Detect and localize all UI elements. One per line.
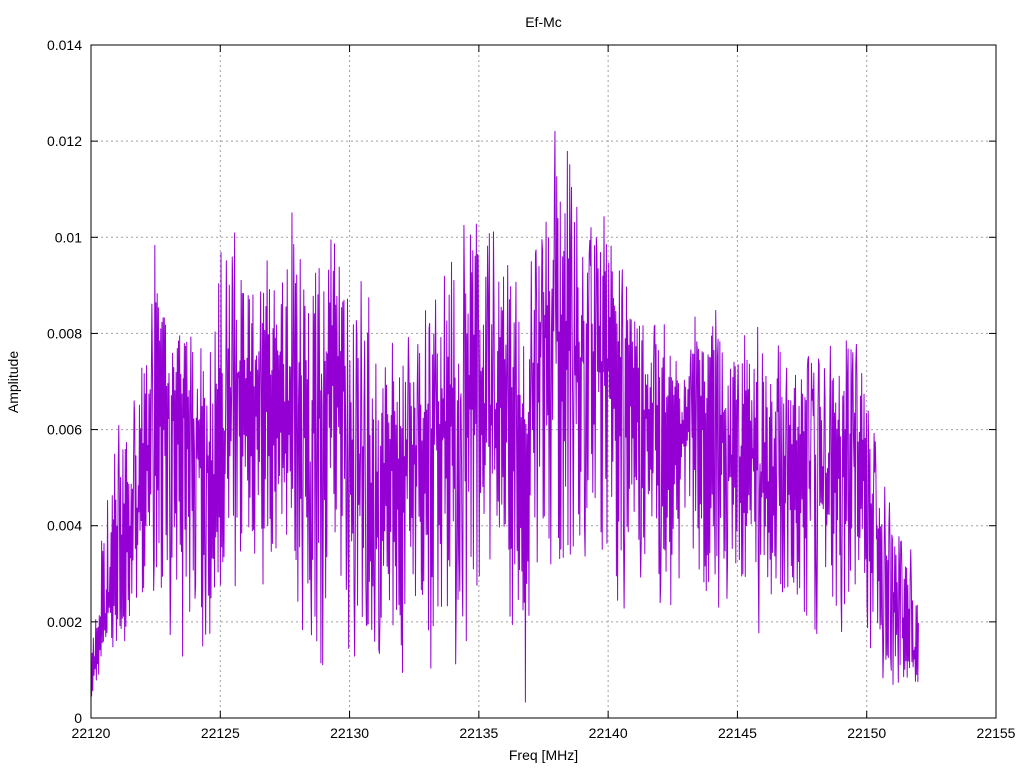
x-tick-label: 22125 <box>201 725 240 741</box>
x-axis-label: Freq [MHz] <box>509 747 578 763</box>
x-tick-label: 22155 <box>977 725 1016 741</box>
y-tick-label: 0.01 <box>55 229 82 245</box>
y-tick-label: 0.012 <box>47 133 82 149</box>
y-tick-label: 0.008 <box>47 325 82 341</box>
y-tick-label: 0.004 <box>47 518 82 534</box>
series-line <box>90 130 919 703</box>
x-tick-label: 22120 <box>72 725 111 741</box>
x-tick-label: 22130 <box>330 725 369 741</box>
chart-container: 22120 22125 22130 22135 22140 22145 22150 22155… <box>0 0 1024 768</box>
chart-svg: 22120 22125 22130 22135 22140 22145 22150 22155… <box>5 14 1016 763</box>
y-tick-label: 0 <box>74 710 82 726</box>
chart-title: Ef-Mc <box>525 14 562 30</box>
y-axis-label: Amplitude <box>5 351 21 413</box>
y-tick-label: 0.002 <box>47 614 82 630</box>
x-tick-label: 22140 <box>589 725 628 741</box>
y-tick-label: 0.014 <box>47 37 82 53</box>
y-tick-label: 0.006 <box>47 422 82 438</box>
x-tick-label: 22135 <box>459 725 498 741</box>
series-group <box>90 130 919 703</box>
x-tick-label: 22150 <box>847 725 886 741</box>
x-tick-label: 22145 <box>718 725 757 741</box>
